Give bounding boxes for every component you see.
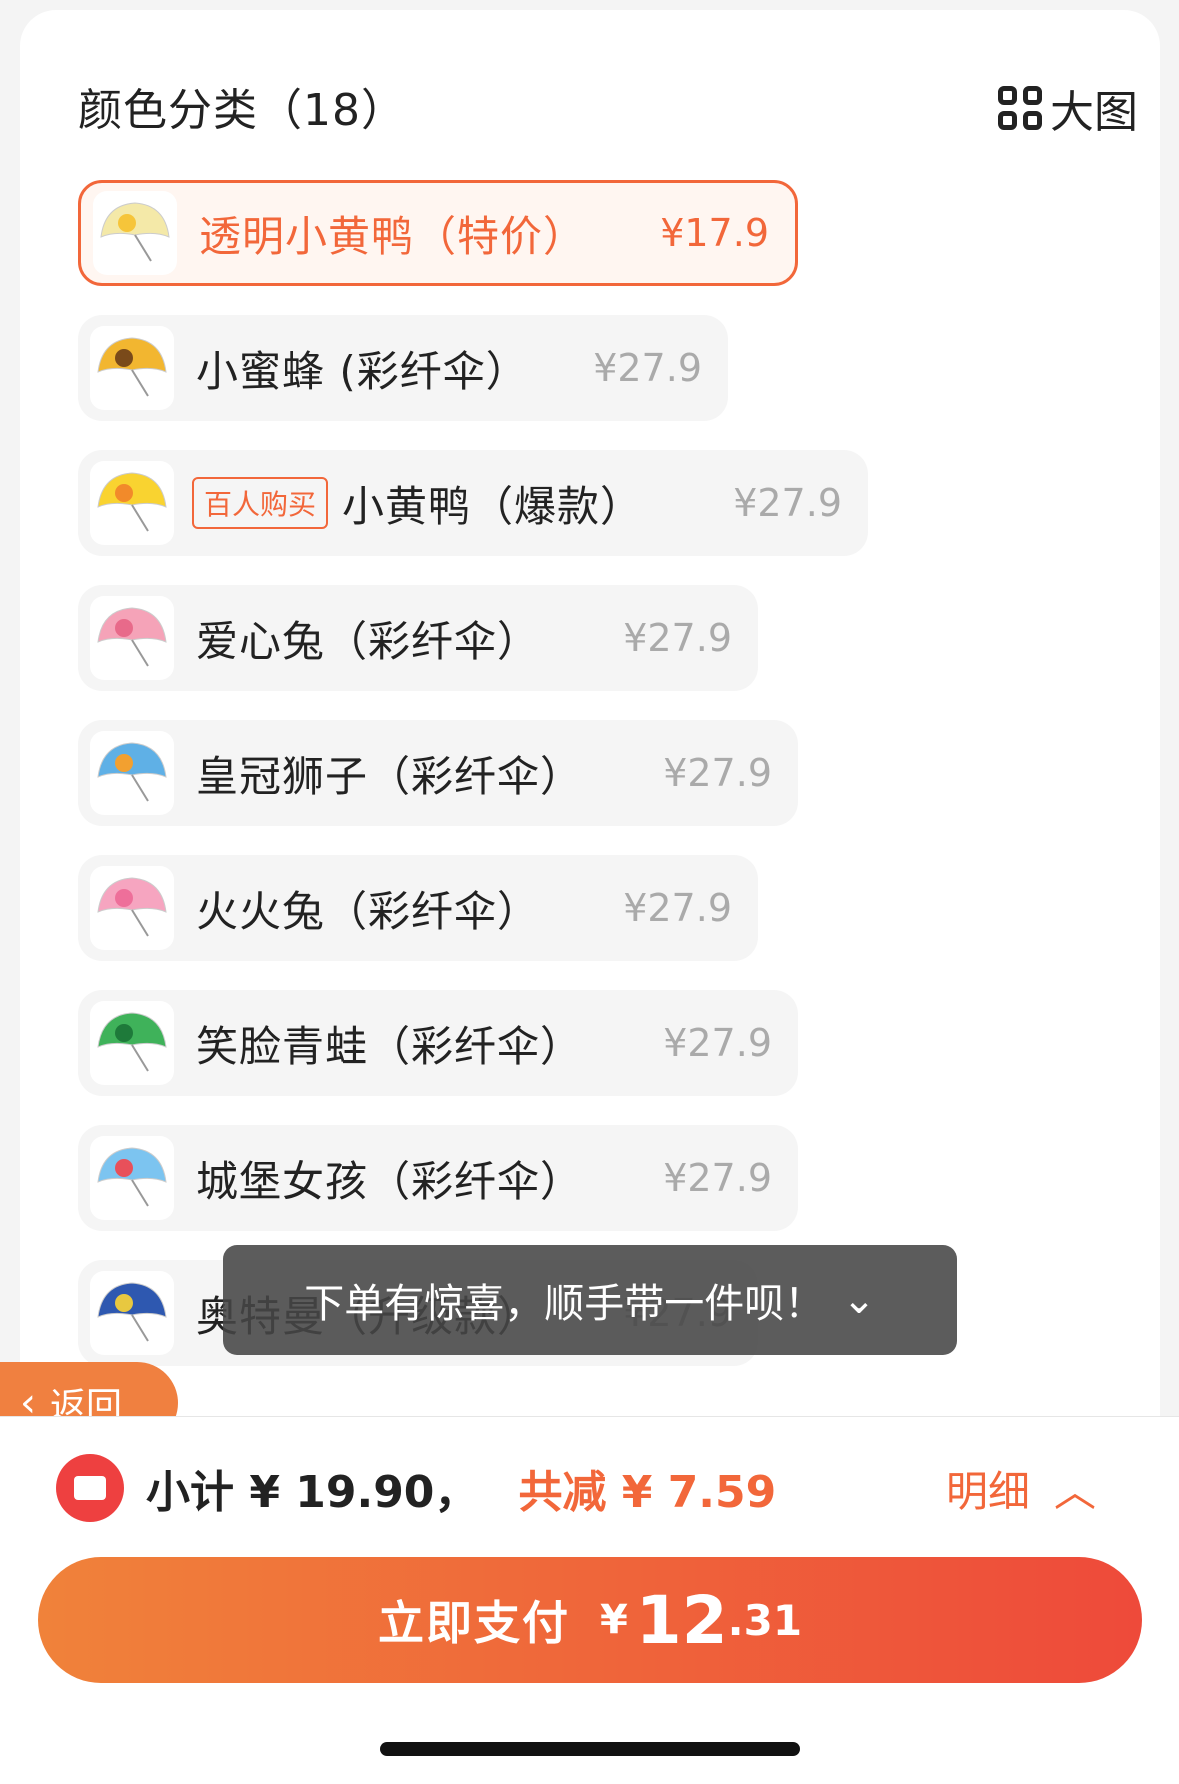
variant-item[interactable]: 百人购买 小黄鸭（爆款） ¥27.9 xyxy=(78,450,868,556)
variant-price: ¥27.9 xyxy=(663,751,772,795)
umbrella-icon xyxy=(97,877,167,937)
grid-icon xyxy=(998,86,1042,130)
price-summary: 小计 ¥ 19.90， 共减 ¥ 7.59 明细 ︿ xyxy=(56,1453,1136,1523)
variant-item[interactable]: 火火兔（彩纤伞） ¥27.9 xyxy=(78,855,758,961)
variant-count-title: 颜色分类（18） xyxy=(78,85,406,136)
variant-name: 小蜜蜂 (彩纤伞） xyxy=(196,346,529,396)
umbrella-thumbnail xyxy=(90,461,174,545)
variant-price: ¥17.9 xyxy=(660,211,769,255)
home-indicator xyxy=(380,1742,800,1756)
umbrella-icon xyxy=(100,202,170,262)
variant-price: ¥27.9 xyxy=(623,886,732,930)
umbrella-thumbnail xyxy=(90,866,174,950)
coupon-icon xyxy=(56,1454,124,1522)
variant-name: 城堡女孩（彩纤伞） xyxy=(196,1156,584,1206)
umbrella-icon xyxy=(97,472,167,532)
umbrella-thumbnail xyxy=(90,731,174,815)
toast-text: 下单有惊喜，顺手带一件呗！ xyxy=(304,1281,825,1327)
variant-item[interactable]: 笑脸青蛙（彩纤伞） ¥27.9 xyxy=(78,990,798,1096)
variant-name: 透明小黄鸭（特价） xyxy=(199,211,587,261)
variant-name: 皇冠狮子（彩纤伞） xyxy=(196,751,584,801)
variant-price: ¥27.9 xyxy=(593,346,702,390)
sheet-header: 颜色分类（18） 大图 xyxy=(78,66,1138,138)
umbrella-icon xyxy=(97,742,167,802)
double-chevron-down-icon: ⌄ xyxy=(842,1277,876,1323)
umbrella-icon xyxy=(97,1012,167,1072)
variant-item[interactable]: 透明小黄鸭（特价） ¥17.9 xyxy=(78,180,798,286)
variant-price: ¥27.9 xyxy=(623,616,732,660)
pay-amount-dec: .31 xyxy=(727,1595,803,1645)
subtotal-text: 小计 ¥ 19.90， xyxy=(146,1467,479,1518)
umbrella-icon xyxy=(97,337,167,397)
pay-currency: ¥ xyxy=(599,1597,628,1643)
variant-name: 小黄鸭（爆款） xyxy=(342,481,644,531)
big-view-button[interactable]: 大图 xyxy=(998,76,1138,140)
umbrella-thumbnail xyxy=(90,1001,174,1085)
discount-text: 共减 ¥ 7.59 xyxy=(518,1467,777,1518)
pay-now-button[interactable]: 立即支付 ¥ 12 .31 xyxy=(38,1557,1142,1683)
umbrella-thumbnail xyxy=(93,191,177,275)
chevron-up-icon: ︿ xyxy=(1053,1466,1096,1516)
umbrella-thumbnail xyxy=(90,1271,174,1355)
variant-name: 爱心兔（彩纤伞） xyxy=(196,616,541,666)
promo-toast[interactable]: 下单有惊喜，顺手带一件呗！ ⌄ xyxy=(223,1245,957,1355)
pay-amount-int: 12 xyxy=(635,1581,728,1659)
variant-item[interactable]: 皇冠狮子（彩纤伞） ¥27.9 xyxy=(78,720,798,826)
variant-item[interactable]: 爱心兔（彩纤伞） ¥27.9 xyxy=(78,585,758,691)
umbrella-thumbnail xyxy=(90,596,174,680)
umbrella-icon xyxy=(97,1147,167,1207)
popularity-badge: 百人购买 xyxy=(192,477,329,529)
umbrella-thumbnail xyxy=(90,326,174,410)
umbrella-thumbnail xyxy=(90,1136,174,1220)
pay-label: 立即支付 xyxy=(377,1596,570,1650)
variant-price: ¥27.9 xyxy=(663,1021,772,1065)
checkout-bar: 小计 ¥ 19.90， 共减 ¥ 7.59 明细 ︿ 立即支付 ¥ 12 .31 xyxy=(0,1416,1179,1784)
umbrella-icon xyxy=(97,1282,167,1342)
umbrella-icon xyxy=(97,607,167,667)
variant-sheet: 颜色分类（18） 大图 透明小黄鸭（特价） ¥17.9 小蜜蜂 (彩纤伞） ¥27.9… xyxy=(20,10,1160,1610)
detail-label: 明细 xyxy=(945,1466,1030,1516)
variant-item[interactable]: 小蜜蜂 (彩纤伞） ¥27.9 xyxy=(78,315,728,421)
detail-toggle[interactable]: 明细 ︿ xyxy=(946,1458,1096,1519)
variant-price: ¥27.9 xyxy=(663,1156,772,1200)
variant-item[interactable]: 城堡女孩（彩纤伞） ¥27.9 xyxy=(78,1125,798,1231)
variant-list: 透明小黄鸭（特价） ¥17.9 小蜜蜂 (彩纤伞） ¥27.9 百人购买 小黄鸭（爆款） ¥… xyxy=(78,180,1078,1395)
variant-name: 笑脸青蛙（彩纤伞） xyxy=(196,1021,584,1071)
variant-price: ¥27.9 xyxy=(733,481,842,525)
variant-name: 火火兔（彩纤伞） xyxy=(196,886,541,936)
big-view-label: 大图 xyxy=(1050,87,1138,138)
